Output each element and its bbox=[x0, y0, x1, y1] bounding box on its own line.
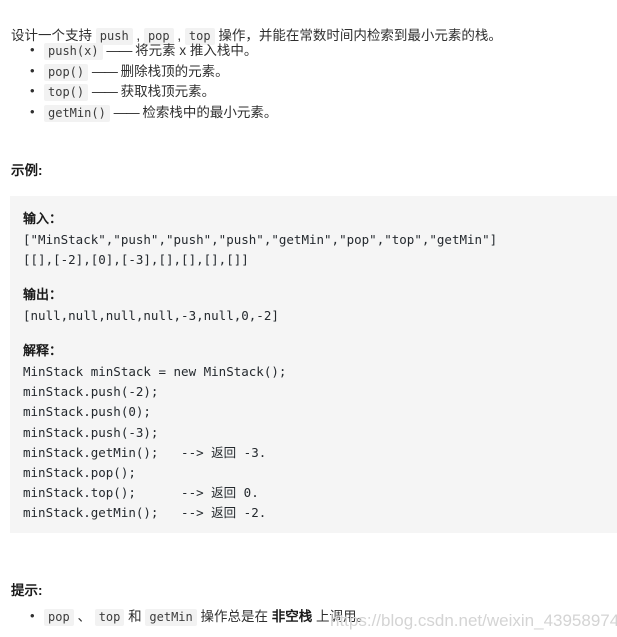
output-code-block: [null,null,null,null,-3,null,0,-2] bbox=[23, 308, 279, 323]
list-item: pop() —— 删除栈顶的元素。 bbox=[30, 61, 604, 83]
input-code-block: ["MinStack","push","push","push","getMin… bbox=[23, 232, 498, 267]
example-panel: 输入： ["MinStack","push","push","push","ge… bbox=[10, 196, 617, 533]
inline-code-push-x: push(x) bbox=[44, 43, 103, 60]
list-item: pop 、 top 和 getMin 操作总是在 非空栈 上调用。 bbox=[30, 606, 604, 627]
em-dash: —— bbox=[106, 43, 132, 58]
operation-description: 将元素 x 推入栈中。 bbox=[135, 43, 258, 58]
operation-description: 删除栈顶的元素。 bbox=[120, 63, 229, 79]
operations-list: push(x) —— 将元素 x 推入栈中。 pop() —— 删除栈顶的元素。… bbox=[0, 40, 604, 124]
hint-separator-1: 、 bbox=[73, 609, 95, 624]
inline-code-top-call: top() bbox=[44, 84, 89, 101]
explanation-code-block: MinStack minStack = new MinStack(); minS… bbox=[23, 364, 287, 521]
explanation-label: 解释： bbox=[23, 344, 63, 359]
hint-emphasis: 非空栈 bbox=[271, 609, 313, 624]
output-label: 输出： bbox=[23, 288, 63, 303]
example-heading: 示例: bbox=[11, 163, 43, 178]
hint-heading: 提示: bbox=[11, 583, 43, 598]
hint-separator-2: 和 bbox=[124, 609, 146, 624]
hint-text-tail: 上调用。 bbox=[312, 609, 371, 624]
inline-code-getmin-hint: getMin bbox=[145, 609, 197, 626]
hints-list: pop 、 top 和 getMin 操作总是在 非空栈 上调用。 bbox=[0, 606, 604, 627]
em-dash: —— bbox=[91, 84, 118, 99]
hint-text-middle: 操作总是在 bbox=[196, 609, 272, 624]
inline-code-pop-call: pop() bbox=[44, 63, 89, 81]
inline-code-top-hint: top bbox=[94, 609, 125, 626]
inline-code-pop-hint: pop bbox=[44, 609, 74, 626]
list-item: top() —— 获取栈顶元素。 bbox=[30, 81, 604, 103]
operation-description: 检索栈中的最小元素。 bbox=[142, 104, 278, 120]
list-item: getMin() —— 检索栈中的最小元素。 bbox=[30, 102, 604, 124]
operation-description: 获取栈顶元素。 bbox=[120, 84, 216, 99]
em-dash: —— bbox=[91, 63, 118, 79]
problem-description-page: 设计一个支持 push , pop , top 操作，并能在常数时间内检索到最小… bbox=[0, 0, 617, 637]
em-dash: —— bbox=[113, 104, 140, 120]
list-item: push(x) —— 将元素 x 推入栈中。 bbox=[30, 40, 604, 62]
inline-code-getmin-call: getMin() bbox=[44, 104, 110, 122]
input-label: 输入： bbox=[23, 212, 63, 227]
